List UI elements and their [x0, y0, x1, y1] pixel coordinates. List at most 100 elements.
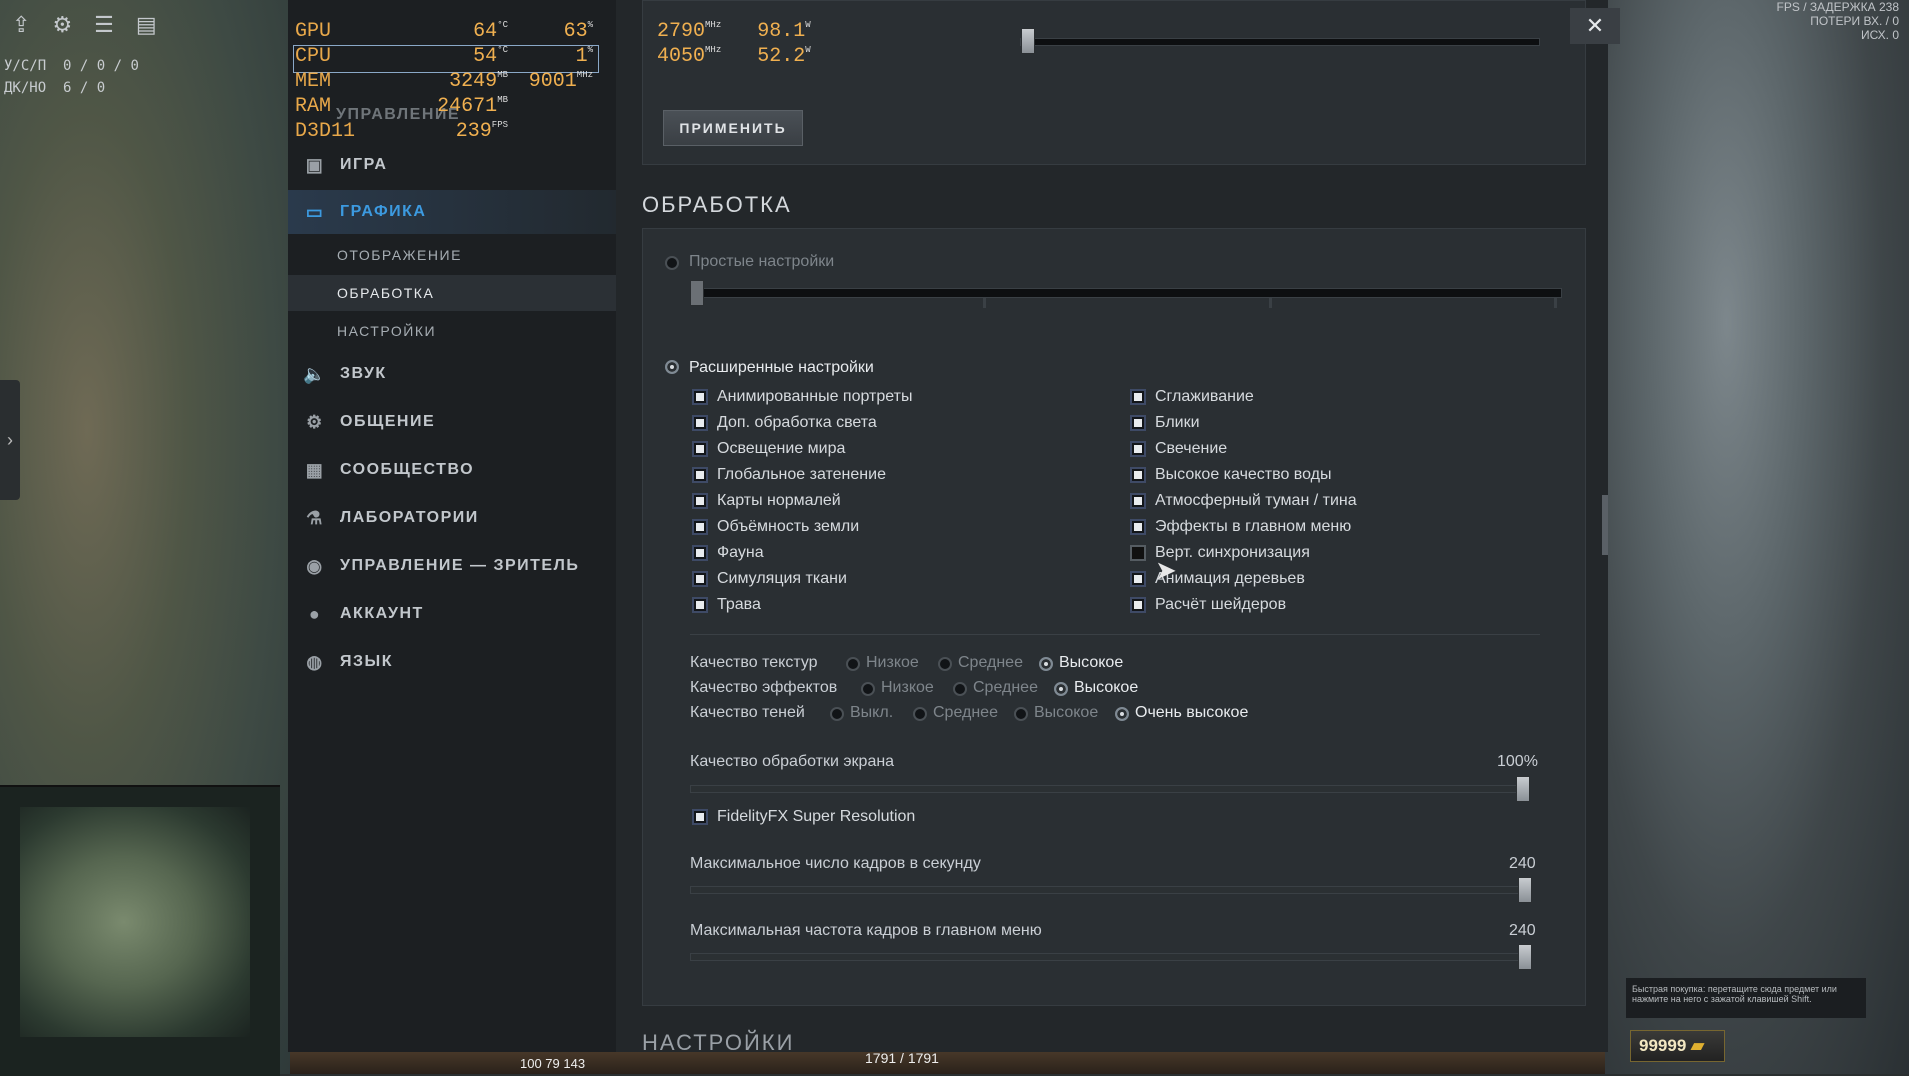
perf-unit: °C [497, 45, 508, 55]
setting-checkbox[interactable] [692, 545, 708, 561]
close-button[interactable]: ✕ [1570, 8, 1620, 44]
setting-checkbox[interactable] [1130, 493, 1146, 509]
gear-icon[interactable]: ⚙ [52, 12, 72, 38]
fps-value: 238 [1878, 0, 1899, 14]
quality-option-label: Высокое [1059, 654, 1124, 671]
perf-unit: % [587, 45, 593, 55]
subitem-processing[interactable]: ОБРАБОТКА [288, 275, 616, 311]
gold-icon: ▰ [1691, 1036, 1705, 1055]
setting-checkbox[interactable] [1130, 441, 1146, 457]
perf-value: 239 [455, 120, 492, 143]
sidebar-item-label: ЛАБОРАТОРИИ [340, 509, 479, 526]
max-menu-fps-slider-handle[interactable] [1518, 944, 1532, 970]
quality-option-radio[interactable] [861, 682, 875, 696]
speaker-icon: 🔈 [303, 363, 327, 384]
perf-label: GPU [295, 20, 332, 43]
bottom-stats: 100 79 143 [520, 1056, 586, 1071]
quality-option-radio[interactable] [830, 707, 844, 721]
loss-out-value: 0 [1892, 28, 1899, 42]
apply-button[interactable]: ПРИМЕНИТЬ [663, 110, 803, 146]
gamepad-icon: ▣ [305, 154, 325, 175]
kda-value: 0 / 0 / 0 [63, 58, 139, 74]
setting-checkbox[interactable] [1130, 467, 1146, 483]
setting-checkbox[interactable] [692, 571, 708, 587]
setting-checkbox[interactable] [692, 389, 708, 405]
max-menu-fps-value: 240 [1509, 922, 1536, 939]
gold-value: 99999 [1639, 1036, 1687, 1055]
quality-option-radio[interactable] [1054, 682, 1068, 696]
simple-settings-radio[interactable] [665, 256, 679, 270]
quality-option-radio[interactable] [846, 657, 860, 671]
sidebar-item-labs[interactable]: ⚗ ЛАБОРАТОРИИ [288, 496, 616, 540]
setting-checkbox[interactable] [692, 415, 708, 431]
quality-option-radio[interactable] [1039, 657, 1053, 671]
quality-option-label: Низкое [866, 654, 919, 671]
setting-checkbox[interactable] [1130, 545, 1146, 561]
sidebar-item-spectator[interactable]: ◉ УПРАВЛЕНИЕ — ЗРИТЕЛЬ [288, 544, 616, 588]
display-slider-handle[interactable] [1021, 28, 1035, 54]
minimap[interactable] [0, 785, 280, 1076]
screen-quality-slider-handle[interactable] [1516, 776, 1530, 802]
display-slider-track[interactable] [1020, 38, 1540, 46]
simple-quality-slider-track[interactable] [698, 288, 1562, 298]
scoreboard-icon[interactable]: ▤ [136, 12, 157, 38]
sidebar-item-game[interactable]: ▣ ИГРА [288, 143, 616, 187]
upload-icon[interactable]: ⇪ [12, 12, 30, 38]
quality-option-label: Низкое [881, 679, 934, 696]
screen-quality-slider-track[interactable] [690, 785, 1530, 793]
sidebar-item-communication[interactable]: ⚙ ОБЩЕНИЕ [288, 400, 616, 444]
expand-arrow-icon[interactable]: › [0, 380, 20, 500]
quality-option-radio[interactable] [938, 657, 952, 671]
advanced-settings-radio[interactable] [665, 360, 679, 374]
setting-checkbox[interactable] [692, 493, 708, 509]
setting-checkbox-label: Расчёт шейдеров [1155, 596, 1287, 613]
sidebar-item-account[interactable]: ● АККАУНТ [288, 592, 616, 636]
max-fps-slider-handle[interactable] [1518, 877, 1532, 903]
setting-checkbox-label: Трава [717, 596, 761, 613]
settings-section-title: НАСТРОЙКИ [642, 1030, 795, 1055]
sidebar-item-label: ИГРА [340, 156, 388, 173]
mem-clock-unit: MHz [705, 45, 722, 55]
setting-checkbox[interactable] [1130, 597, 1146, 613]
quality-option-label: Среднее [973, 679, 1038, 696]
quality-option-radio[interactable] [1115, 707, 1129, 721]
sidebar-item-label: ЗВУК [340, 365, 387, 382]
perf-row: CPU 54°C 1% [293, 45, 603, 70]
setting-checkbox[interactable] [1130, 415, 1146, 431]
gold-counter: 99999 ▰ [1630, 1030, 1725, 1062]
quality-option-label: Среднее [958, 654, 1023, 671]
setting-checkbox[interactable] [692, 467, 708, 483]
dk-label: ДК/НО [4, 80, 47, 96]
quality-option-radio[interactable] [953, 682, 967, 696]
globe-icon: ◍ [306, 651, 324, 672]
fps-label: FPS / ЗАДЕРЖКА [1776, 0, 1876, 14]
fsr-checkbox[interactable] [692, 809, 708, 825]
setting-checkbox[interactable] [692, 441, 708, 457]
shadow-quality-label: Качество теней [690, 704, 805, 721]
sidebar-item-graphics[interactable]: ▭ ГРАФИКА [288, 190, 616, 234]
simple-quality-slider-handle[interactable] [690, 280, 704, 306]
max-menu-fps-slider-track[interactable] [690, 953, 1532, 961]
setting-checkbox[interactable] [1130, 519, 1146, 535]
sidebar-item-language[interactable]: ◍ ЯЗЫК [288, 640, 616, 684]
quality-option-radio[interactable] [913, 707, 927, 721]
quickbuy-panel[interactable]: Быстрая покупка: перетащите сюда предмет… [1626, 978, 1866, 1018]
subitem-settings[interactable]: НАСТРОЙКИ [288, 313, 616, 349]
menu-icon[interactable]: ☰ [94, 12, 114, 38]
user-icon: ● [308, 603, 322, 624]
scrollbar-thumb[interactable] [1602, 495, 1608, 555]
max-fps-slider-track[interactable] [690, 886, 1532, 894]
setting-checkbox[interactable] [1130, 389, 1146, 405]
quality-option-radio[interactable] [1014, 707, 1028, 721]
close-icon: ✕ [1585, 13, 1605, 38]
sidebar-item-community[interactable]: ▦ СООБЩЕСТВО [288, 448, 616, 492]
setting-checkbox[interactable] [692, 519, 708, 535]
subitem-display[interactable]: ОТОБРАЖЕНИЕ [288, 237, 616, 273]
flask-icon: ⚗ [306, 507, 324, 528]
setting-checkbox[interactable] [692, 597, 708, 613]
sidebar-item-sound[interactable]: 🔈 ЗВУК [288, 352, 616, 396]
perf-value: 63 [563, 20, 588, 43]
kda-label: У/С/П [4, 58, 47, 74]
setting-checkbox[interactable] [1130, 571, 1146, 587]
perf-row: GPU 64°C 63% [293, 20, 603, 45]
